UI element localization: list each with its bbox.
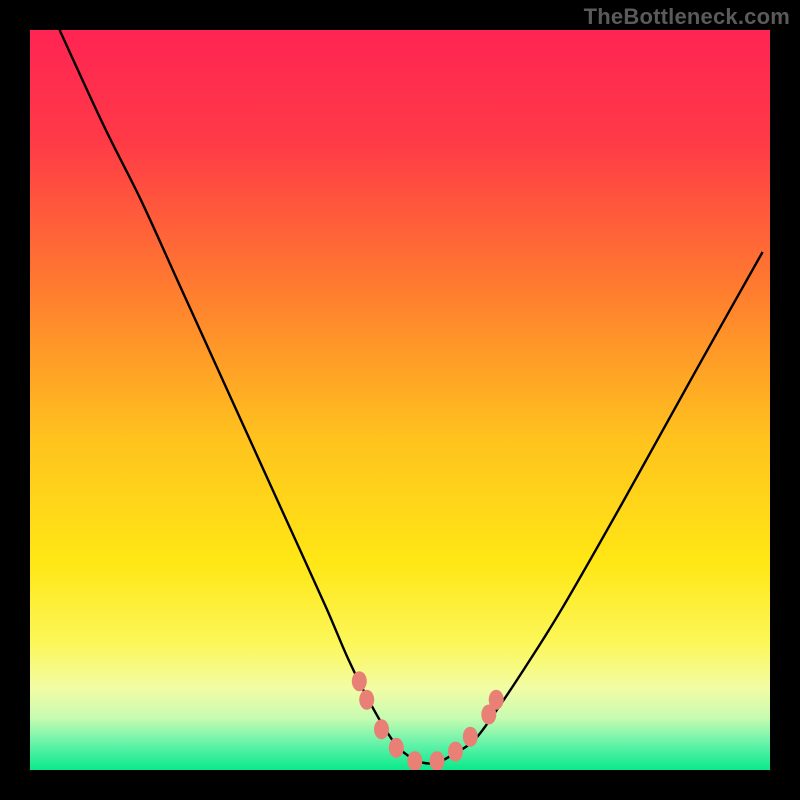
trough-marker	[489, 690, 504, 710]
trough-marker	[374, 719, 389, 739]
trough-marker	[430, 751, 445, 771]
chart-canvas: TheBottleneck.com	[0, 0, 800, 800]
trough-marker	[359, 690, 374, 710]
watermark-text: TheBottleneck.com	[584, 4, 790, 30]
chart-svg	[0, 0, 800, 800]
plot-background	[30, 30, 770, 770]
trough-marker	[389, 738, 404, 758]
trough-marker	[407, 751, 422, 771]
trough-marker	[448, 742, 463, 762]
trough-marker	[352, 671, 367, 691]
trough-marker	[463, 727, 478, 747]
